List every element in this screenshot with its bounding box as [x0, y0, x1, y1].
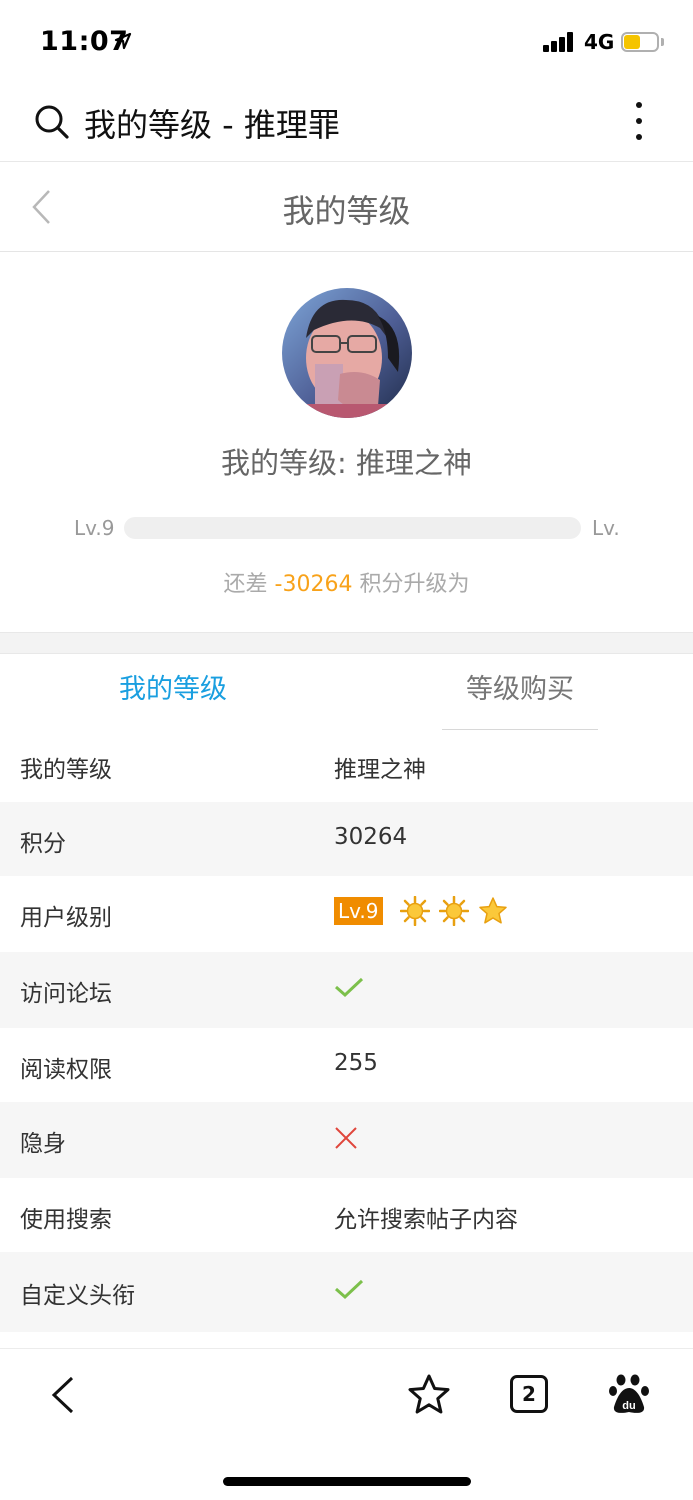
tab-my-level[interactable]: 我的等级 [0, 654, 346, 730]
row-label: 自定义头衔 [20, 1283, 135, 1309]
table-row: 阅读权限 255 [0, 1028, 693, 1102]
svg-text:du: du [622, 1400, 635, 1412]
browser-title[interactable]: 我的等级 - 推理罪 [84, 100, 340, 146]
table-row: 隐身 [0, 1102, 693, 1178]
level-info-table: 我的等级 推理之神 积分 30264 用户级别 Lv.9 访问论坛 阅读权限 2… [0, 730, 693, 1332]
table-row: 用户级别 Lv.9 [0, 876, 693, 952]
table-row: 自定义头衔 [0, 1252, 693, 1332]
check-icon [335, 977, 364, 998]
search-icon[interactable] [34, 104, 70, 140]
points-needed-text: 还差 -30264 积分升级为 [0, 566, 693, 598]
row-value: 30264 [334, 824, 408, 850]
baidu-paw-icon[interactable]: du [608, 1373, 650, 1415]
table-row: 积分 30264 [0, 802, 693, 876]
sun-icon [399, 896, 430, 926]
points-needed-prefix: 还差 [223, 572, 268, 597]
row-value: Lv.9 [334, 896, 508, 926]
network-label: 4G [584, 30, 615, 54]
page-title: 我的等级 [282, 192, 411, 230]
cross-icon [335, 1127, 357, 1149]
browser-bottom-toolbar: 2 du [0, 1348, 693, 1500]
tab-level-purchase[interactable]: 等级购买 [442, 654, 598, 730]
row-label: 用户级别 [20, 905, 112, 931]
level-heading: 我的等级: 推理之神 [221, 446, 472, 480]
row-label: 积分 [20, 831, 66, 857]
avatar[interactable] [282, 288, 412, 418]
tab-bar: 我的等级 等级购买 [0, 654, 693, 730]
browser-search-bar[interactable]: 我的等级 - 推理罪 [0, 84, 693, 162]
current-level-label: Lv.9 [74, 516, 115, 540]
points-needed-suffix: 积分升级为 [359, 572, 470, 597]
row-label: 隐身 [20, 1131, 66, 1157]
row-value: 推理之神 [334, 757, 426, 783]
table-row: 使用搜索 允许搜索帖子内容 [0, 1178, 693, 1252]
section-divider [0, 632, 693, 654]
row-label: 使用搜索 [20, 1207, 112, 1233]
points-needed-value: -30264 [274, 572, 353, 597]
row-value: 255 [334, 1050, 378, 1076]
row-value: 允许搜索帖子内容 [334, 1207, 518, 1233]
location-arrow-icon [114, 32, 132, 50]
table-row: 我的等级 推理之神 [0, 730, 693, 802]
level-badge: Lv.9 [334, 897, 383, 925]
row-label: 访问论坛 [20, 981, 112, 1007]
star-icon [479, 897, 508, 924]
bookmark-star-icon[interactable] [407, 1373, 451, 1415]
row-label: 阅读权限 [20, 1057, 112, 1083]
back-arrow-icon[interactable] [48, 1375, 76, 1415]
tab-count-button[interactable]: 2 [510, 1375, 548, 1413]
sun-icon [439, 896, 470, 926]
table-row: 访问论坛 [0, 952, 693, 1028]
battery-icon [621, 32, 664, 52]
status-bar: 11:07 4G [0, 0, 693, 84]
more-vertical-icon[interactable] [630, 102, 648, 142]
home-indicator [223, 1477, 471, 1486]
next-level-label: Lv. [592, 516, 620, 540]
profile-section: 我的等级: 推理之神 Lv.9 Lv. 还差 -30264 积分升级为 [0, 252, 693, 632]
page-header: 我的等级 [0, 162, 693, 252]
level-progress-bar [124, 517, 581, 539]
signal-icon [543, 32, 575, 52]
row-label: 我的等级 [20, 757, 112, 783]
check-icon [335, 1279, 364, 1300]
